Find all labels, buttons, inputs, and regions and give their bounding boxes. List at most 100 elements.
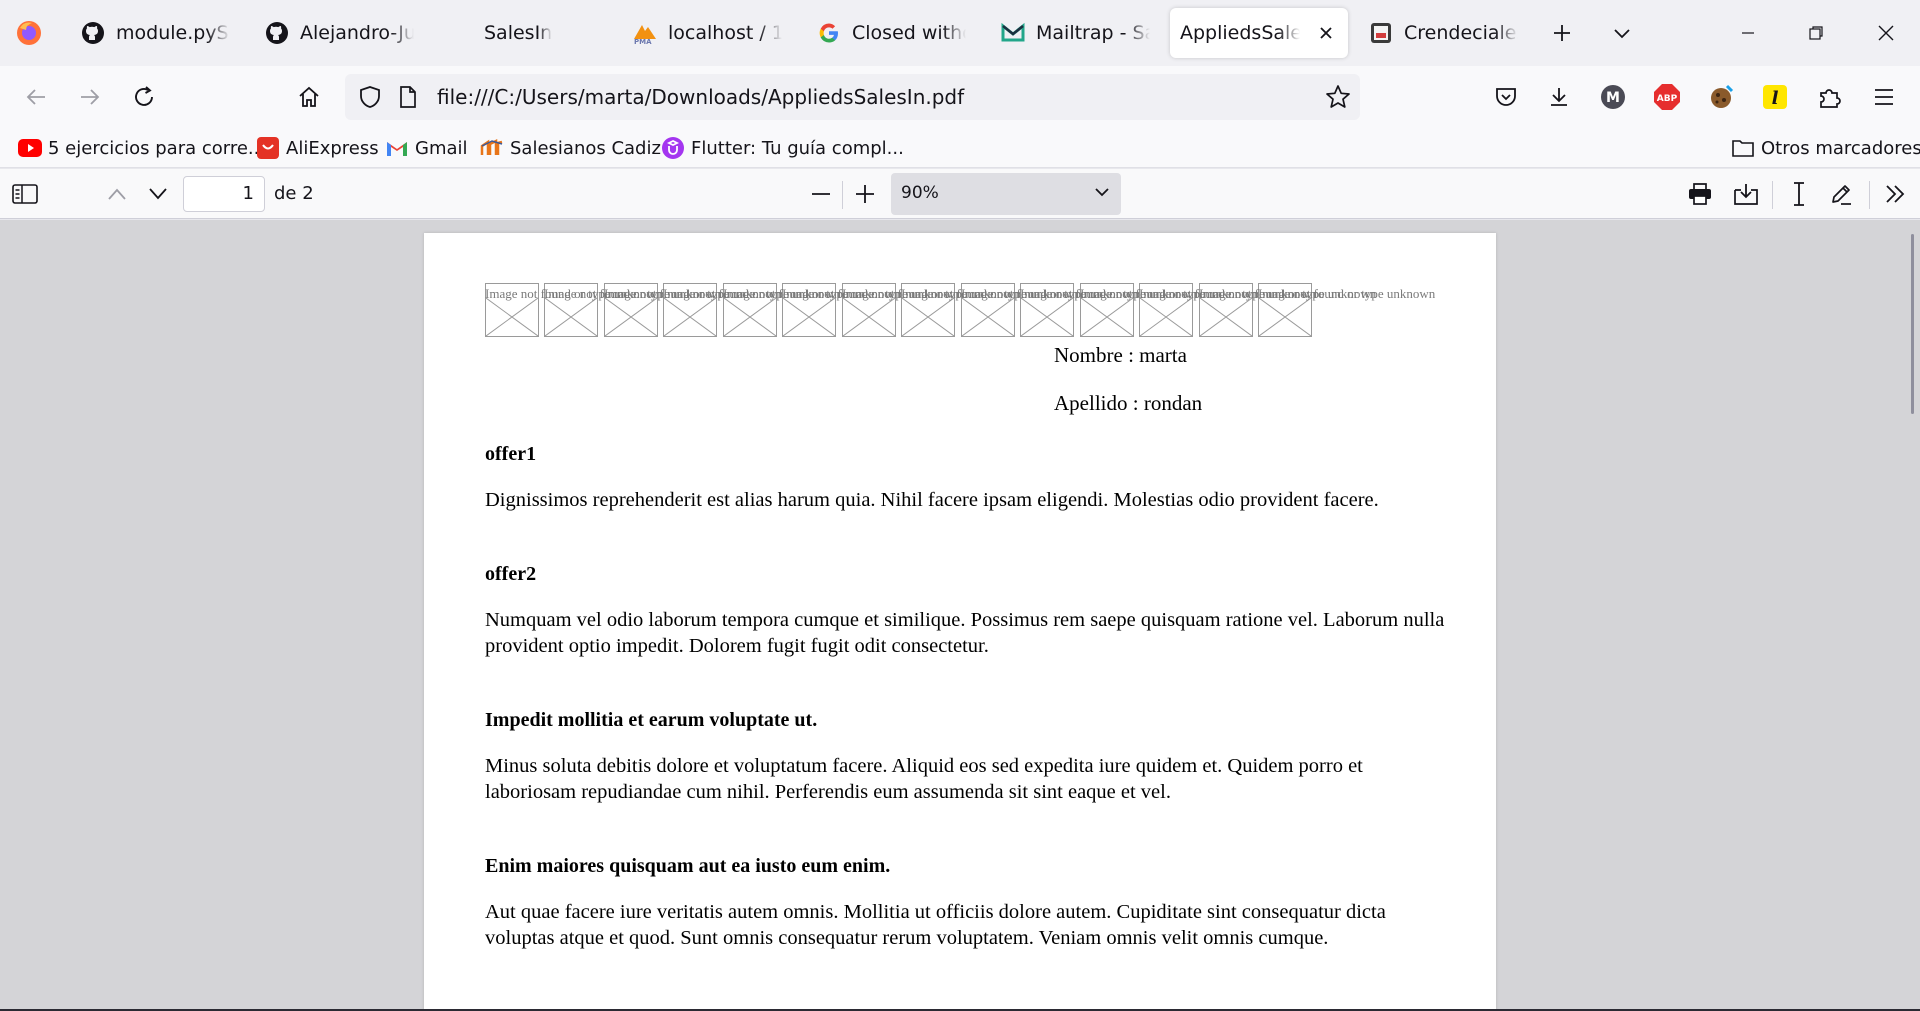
pocket-icon[interactable]: [1488, 79, 1524, 115]
tab-mailtrap[interactable]: Mailtrap - Safe: [990, 8, 1160, 58]
app-icon: [1368, 20, 1394, 46]
navigation-toolbar: file:///C:/Users/marta/Downloads/Applied…: [0, 66, 1920, 128]
svg-text:l: l: [1772, 88, 1779, 109]
tab-module-pysge[interactable]: module.pySGE: [70, 8, 240, 58]
mailtrap-icon: [1000, 20, 1026, 46]
bookmark-other-folder[interactable]: Otros marcadores: [1731, 134, 1920, 162]
bookmark-salesianos[interactable]: Salesianos Cadiz: [480, 134, 661, 162]
restore-window-button[interactable]: [1800, 17, 1832, 49]
close-window-button[interactable]: [1870, 17, 1902, 49]
google-icon: [816, 20, 842, 46]
previous-page-icon[interactable]: [100, 177, 134, 211]
bookmark-label: Flutter: Tu guía compl...: [691, 137, 904, 159]
url-text: file:///C:/Users/marta/Downloads/Applied…: [437, 85, 965, 109]
section-heading: offer2: [485, 563, 537, 585]
toolbar-separator: [1772, 181, 1773, 209]
bookmark-label: Gmail: [415, 137, 468, 159]
zoom-in-icon[interactable]: [848, 177, 882, 211]
list-all-tabs-button[interactable]: [1606, 17, 1638, 49]
tools-menu-icon[interactable]: [1878, 177, 1912, 211]
salesianos-icon: [480, 137, 504, 159]
bookmark-label: Salesianos Cadiz: [510, 137, 661, 159]
toolbar-separator: [1869, 181, 1870, 209]
tab-title: localhost / 127: [668, 22, 782, 44]
github-icon: [80, 20, 106, 46]
tab-title: AppliedsSalesIn.p: [1180, 22, 1300, 44]
tab-title: Closed without: [852, 22, 966, 44]
draw-pencil-icon[interactable]: [1824, 177, 1858, 211]
text-tool-icon[interactable]: [1782, 177, 1816, 211]
svg-text:M: M: [1606, 90, 1620, 106]
pdf-page: Image not found or type unknown Image no…: [424, 233, 1496, 1011]
page-icon[interactable]: [394, 83, 422, 111]
downloads-icon[interactable]: [1541, 79, 1577, 115]
tab-title: Alejandro-Junq: [300, 22, 414, 44]
tab-title: Crendeciales M: [1404, 22, 1518, 44]
next-page-icon[interactable]: [141, 177, 175, 211]
minimize-window-button[interactable]: [1732, 17, 1764, 49]
zoom-value: 90%: [901, 183, 939, 203]
cookie-extension-icon[interactable]: [1703, 79, 1739, 115]
adblock-plus-icon[interactable]: ABP: [1649, 79, 1685, 115]
bookmark-aliexpress[interactable]: AliExpress: [256, 134, 379, 162]
url-bar[interactable]: file:///C:/Users/marta/Downloads/Applied…: [345, 74, 1360, 120]
section-heading: Enim maiores quisquam aut ea iusto eum e…: [485, 855, 891, 877]
udemy-icon: [661, 137, 685, 159]
extension-m-icon[interactable]: M: [1595, 79, 1631, 115]
bookmark-youtube[interactable]: 5 ejercicios para corre...: [18, 134, 265, 162]
blank-page-icon: [448, 20, 474, 46]
section-heading: Impedit mollitia et earum voluptate ut.: [485, 709, 818, 731]
bookmark-label: Otros marcadores: [1761, 137, 1920, 159]
tab-title: module.pySGE: [116, 22, 230, 44]
tab-title: Mailtrap - Safe: [1036, 22, 1150, 44]
tab-alejandro-junq[interactable]: Alejandro-Junq: [254, 8, 424, 58]
pdf-viewer[interactable]: Image not found or type unknown Image no…: [0, 220, 1920, 1011]
bookmark-label: AliExpress: [286, 137, 379, 159]
aliexpress-icon: [256, 137, 280, 159]
zoom-out-icon[interactable]: [804, 177, 838, 211]
zoom-select[interactable]: 90%: [891, 173, 1121, 215]
broken-image-alt-text: Image not found or type unknown: [1258, 286, 1436, 301]
extensions-puzzle-icon[interactable]: [1812, 79, 1848, 115]
tab-closed-without[interactable]: Closed without: [806, 8, 976, 58]
reload-button[interactable]: [126, 79, 162, 115]
hamburger-menu-icon[interactable]: [1866, 79, 1902, 115]
scrollbar-thumb[interactable]: [1911, 234, 1914, 414]
chevron-down-icon: [1093, 183, 1111, 206]
bookmarks-toolbar: 5 ejercicios para corre... AliExpress Gm…: [0, 128, 1920, 168]
bookmark-gmail[interactable]: Gmail: [385, 134, 468, 162]
gmail-icon: [385, 137, 409, 159]
save-download-icon[interactable]: [1729, 177, 1763, 211]
tab-salesin[interactable]: SalesIn: [438, 8, 608, 58]
tab-crendeciales[interactable]: Crendeciales M: [1358, 8, 1528, 58]
youtube-icon: [18, 137, 42, 159]
tab-appliedssalesin-pdf[interactable]: AppliedsSalesIn.p: [1170, 8, 1348, 58]
close-tab-icon[interactable]: [1314, 21, 1338, 45]
page-number-input[interactable]: 1: [183, 176, 265, 212]
print-icon[interactable]: [1683, 177, 1717, 211]
tab-title: SalesIn: [484, 22, 553, 44]
bookmark-flutter-udemy[interactable]: Flutter: Tu guía compl...: [661, 134, 904, 162]
page-count: de 2: [274, 183, 314, 204]
surname-line: Apellido : rondan: [1054, 391, 1203, 415]
section-body: Dignissimos reprehenderit est alias haru…: [485, 489, 1379, 511]
shield-icon[interactable]: [356, 83, 384, 111]
section-heading: offer1: [485, 443, 537, 465]
bookmark-label: 5 ejercicios para corre...: [48, 137, 266, 159]
back-button[interactable]: [18, 79, 54, 115]
forward-button[interactable]: [72, 79, 108, 115]
section-body: Numquam vel odio laborum tempora cumque …: [485, 609, 1445, 657]
bookmark-star-icon[interactable]: [1324, 83, 1352, 111]
tab-phpmyadmin[interactable]: PMA localhost / 127: [622, 8, 792, 58]
section-body: Minus soluta debitis dolore et voluptatu…: [485, 755, 1363, 803]
toggle-sidebar-icon[interactable]: [8, 177, 42, 211]
tab-strip: module.pySGE Alejandro-Junq SalesIn PMA …: [0, 0, 1920, 66]
extension-l-icon[interactable]: l: [1757, 79, 1793, 115]
new-tab-button[interactable]: [1546, 17, 1578, 49]
toolbar-separator: [842, 181, 843, 209]
folder-icon: [1731, 137, 1755, 159]
section-body: Aut quae facere iure veritatis autem omn…: [485, 901, 1386, 949]
home-button[interactable]: [291, 79, 327, 115]
svg-text:PMA: PMA: [634, 38, 652, 45]
firefox-menu-icon[interactable]: [14, 18, 44, 48]
